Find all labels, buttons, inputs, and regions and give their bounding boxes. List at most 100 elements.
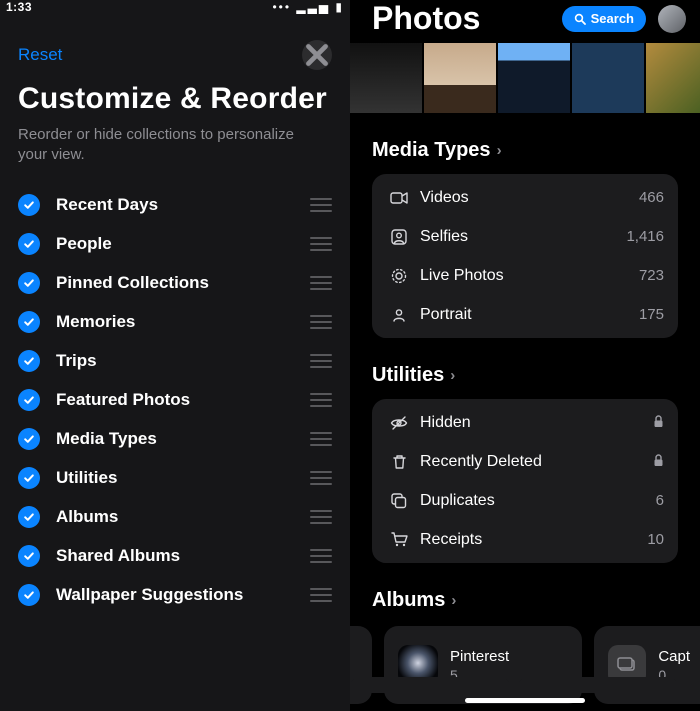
list-row[interactable]: Recently Deleted: [372, 442, 678, 481]
reorder-row[interactable]: Albums: [18, 497, 332, 536]
reorder-row[interactable]: Trips: [18, 341, 332, 380]
checkmark-toggle[interactable]: [18, 584, 40, 606]
list-row[interactable]: Portrait175: [372, 295, 678, 334]
home-indicator[interactable]: [465, 698, 585, 703]
row-label: Shared Albums: [56, 546, 310, 566]
row-label: Trips: [56, 351, 310, 371]
drag-handle-icon[interactable]: [310, 276, 332, 290]
livephoto-icon: [386, 268, 412, 284]
photo-stack-icon: [617, 657, 637, 673]
reorder-row[interactable]: People: [18, 224, 332, 263]
checkmark-toggle[interactable]: [18, 467, 40, 489]
media-types-list: Videos466Selfies1,416Live Photos723Portr…: [372, 174, 678, 338]
chevron-right-icon: ›: [450, 367, 455, 384]
cart-icon: [386, 532, 412, 547]
checkmark-toggle[interactable]: [18, 545, 40, 567]
drag-handle-icon[interactable]: [310, 315, 332, 329]
list-row[interactable]: Duplicates6: [372, 481, 678, 520]
row-value: 723: [639, 267, 664, 284]
row-label: Videos: [420, 189, 639, 207]
row-value: 10: [647, 531, 664, 548]
row-label: People: [56, 234, 310, 254]
drag-handle-icon[interactable]: [310, 471, 332, 485]
reorder-row[interactable]: Recent Days: [18, 185, 332, 224]
photo-thumb[interactable]: [646, 43, 700, 113]
photo-thumb[interactable]: [424, 43, 496, 113]
close-icon: [302, 40, 332, 70]
utilities-list: HiddenRecently DeletedDuplicates6Receipt…: [372, 399, 678, 563]
chevron-right-icon: ›: [451, 592, 456, 609]
reorder-row[interactable]: Utilities: [18, 458, 332, 497]
sheet-title: Customize & Reorder: [18, 82, 332, 117]
search-button[interactable]: Search: [562, 6, 646, 32]
row-label: Duplicates: [420, 492, 656, 510]
trash-icon: [386, 454, 412, 470]
checkmark-toggle[interactable]: [18, 506, 40, 528]
row-label: Recent Days: [56, 195, 310, 215]
list-row[interactable]: Selfies1,416: [372, 217, 678, 256]
checkmark-toggle[interactable]: [18, 389, 40, 411]
row-label: Recently Deleted: [420, 453, 653, 471]
row-value: 6: [656, 492, 664, 509]
checkmark-toggle[interactable]: [18, 350, 40, 372]
section-albums[interactable]: Albums ›: [372, 589, 700, 612]
row-value: 466: [639, 189, 664, 206]
search-label: Search: [591, 11, 634, 26]
profile-avatar[interactable]: [658, 5, 686, 33]
section-heading: Media Types: [372, 139, 491, 162]
drag-handle-icon[interactable]: [310, 237, 332, 251]
drag-handle-icon[interactable]: [310, 198, 332, 212]
photo-thumb[interactable]: [498, 43, 570, 113]
checkmark-toggle[interactable]: [18, 272, 40, 294]
status-indicators: ••• ▂▃▅ ▮: [272, 0, 344, 14]
section-utilities[interactable]: Utilities ›: [372, 364, 700, 387]
photos-app: Photos Search Media Types: [350, 0, 700, 711]
reorder-row[interactable]: Media Types: [18, 419, 332, 458]
checkmark-toggle[interactable]: [18, 233, 40, 255]
row-label: Memories: [56, 312, 310, 332]
checkmark-toggle[interactable]: [18, 428, 40, 450]
section-media-types[interactable]: Media Types ›: [372, 139, 700, 162]
row-value: 1,416: [626, 228, 664, 245]
drag-handle-icon[interactable]: [310, 549, 332, 563]
row-label: Live Photos: [420, 267, 639, 285]
list-row[interactable]: Receipts10: [372, 520, 678, 559]
reorder-row[interactable]: Wallpaper Suggestions: [18, 575, 332, 614]
lock-icon: [653, 415, 664, 431]
drag-handle-icon[interactable]: [310, 393, 332, 407]
checkmark-toggle[interactable]: [18, 311, 40, 333]
drag-handle-icon[interactable]: [310, 432, 332, 446]
search-icon: [574, 13, 586, 25]
row-label: Receipts: [420, 531, 647, 549]
list-row[interactable]: Hidden: [372, 403, 678, 442]
photo-thumb[interactable]: [350, 43, 422, 113]
list-row[interactable]: Videos466: [372, 178, 678, 217]
duplicate-icon: [386, 493, 412, 509]
row-label: Featured Photos: [56, 390, 310, 410]
drag-handle-icon[interactable]: [310, 588, 332, 602]
drag-handle-icon[interactable]: [310, 510, 332, 524]
row-label: Selfies: [420, 228, 626, 246]
photo-thumb[interactable]: [572, 43, 644, 113]
reorder-row[interactable]: Memories: [18, 302, 332, 341]
reorder-row[interactable]: Shared Albums: [18, 536, 332, 575]
status-bar: 1:33 ••• ▂▃▅ ▮: [0, 0, 350, 14]
close-button[interactable]: [302, 40, 332, 70]
selfie-icon: [386, 229, 412, 245]
row-label: Albums: [56, 507, 310, 527]
reorder-row[interactable]: Featured Photos: [18, 380, 332, 419]
list-row[interactable]: Live Photos723: [372, 256, 678, 295]
page-title: Photos: [372, 0, 480, 37]
reorder-row[interactable]: Pinned Collections: [18, 263, 332, 302]
eye-slash-icon: [386, 416, 412, 430]
video-icon: [386, 191, 412, 205]
reset-button[interactable]: Reset: [18, 45, 62, 65]
row-label: Pinned Collections: [56, 273, 310, 293]
chevron-right-icon: ›: [497, 142, 502, 159]
row-label: Media Types: [56, 429, 310, 449]
photo-thumbnails[interactable]: [350, 43, 700, 113]
checkmark-toggle[interactable]: [18, 194, 40, 216]
drag-handle-icon[interactable]: [310, 354, 332, 368]
row-value: 175: [639, 306, 664, 323]
customize-sheet: 1:33 ••• ▂▃▅ ▮ Reset Customize & Reorder…: [0, 0, 350, 711]
